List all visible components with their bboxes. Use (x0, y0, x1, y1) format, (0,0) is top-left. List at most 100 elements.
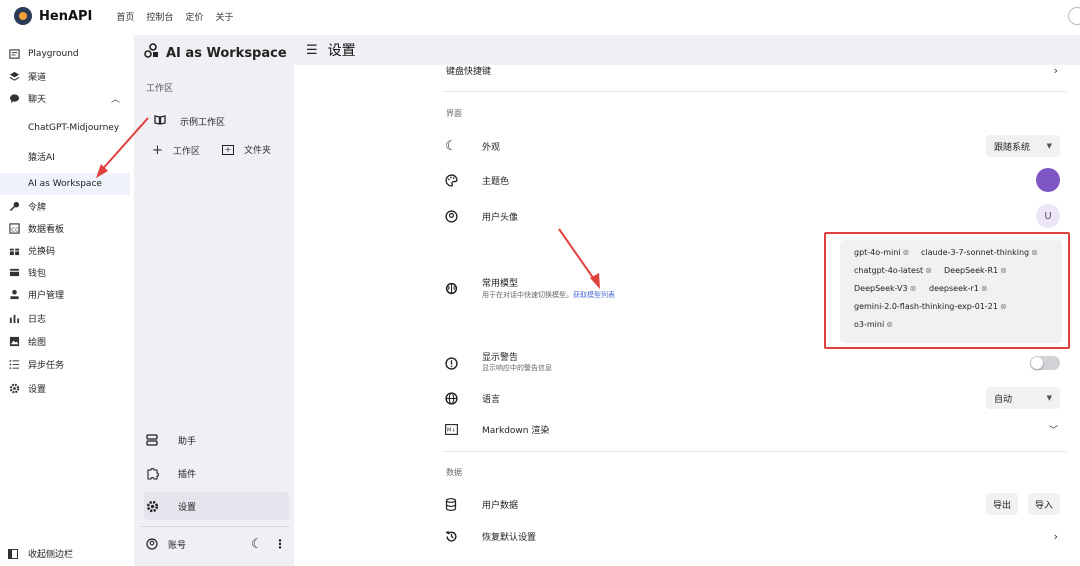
add-folder-button[interactable]: + 文件夹 (222, 143, 271, 156)
sidebar-item-chat[interactable]: 聊天 ︿ (0, 87, 130, 109)
appearance-label: 外观 (482, 142, 501, 153)
export-button[interactable]: 导出 (986, 493, 1018, 515)
collapse-label: 收起侧边栏 (28, 550, 74, 560)
remove-icon[interactable]: ⊗ (1000, 266, 1007, 275)
svg-text:CO: CO (11, 227, 20, 233)
sidebar-item-playground[interactable]: Playground (0, 43, 130, 65)
theme-toggle-button[interactable] (1068, 7, 1080, 25)
brand-name: HenAPI (39, 8, 93, 24)
nav-about[interactable]: 关于 (215, 10, 233, 23)
list-icon (8, 358, 20, 370)
menu-icon[interactable]: ☰ (306, 43, 318, 58)
plugins-button[interactable]: 插件 (144, 459, 289, 487)
fetch-models-link[interactable]: 获取模型列表 (573, 291, 615, 299)
setting-avatar: 用户头像 U (444, 204, 1060, 228)
setting-theme-color: 主题色 (444, 168, 1060, 192)
remove-icon[interactable]: ⊗ (910, 284, 917, 293)
warning-toggle[interactable] (1030, 356, 1060, 370)
sidebar-item-logs[interactable]: 日志 (0, 307, 130, 329)
setting-keyboard-shortcuts[interactable]: 键盘快捷键 › (444, 62, 1060, 78)
sidebar-item-wallet[interactable]: 钱包 (0, 261, 130, 283)
model-chip[interactable]: claude-3-7-sonnet-thinking ⊗ (921, 248, 1038, 257)
setting-reset[interactable]: 恢复默认设置 › (444, 526, 1060, 546)
remove-icon[interactable]: ⊗ (981, 284, 988, 293)
sidebar-item-settings[interactable]: 设置 (0, 377, 130, 399)
chevron-down-icon: ﹀ (1048, 425, 1058, 436)
nav-console[interactable]: 控制台 (146, 10, 173, 23)
workspace-title: AI as Workspace (144, 43, 287, 63)
nav-pricing[interactable]: 定价 (185, 10, 203, 23)
models-chip-list[interactable]: gpt-4o-mini ⊗ claude-3-7-sonnet-thinking ⊗… (840, 240, 1062, 343)
brand[interactable]: HenAPI (14, 7, 92, 25)
remove-icon[interactable]: ⊗ (925, 266, 932, 275)
remove-icon[interactable]: ⊗ (903, 248, 910, 257)
model-chip[interactable]: o3-mini ⊗ (854, 320, 893, 329)
dashboard-icon: CO (8, 222, 20, 234)
sidebar-item-drawing[interactable]: 绘图 (0, 330, 130, 352)
model-chip[interactable]: DeepSeek-R1 ⊗ (944, 266, 1007, 275)
workspace-panel: AI as Workspace 工作区 示例工作区 + 工作区 + 文件夹 助手… (134, 35, 294, 566)
sidebar-sub-chatgpt-midjourney[interactable]: ChatGPT-Midjourney (0, 117, 130, 139)
image-icon (8, 335, 20, 347)
sidebar-item-users[interactable]: 用户管理 (0, 283, 130, 305)
model-chip[interactable]: chatgpt-4o-latest ⊗ (854, 266, 932, 275)
avatar[interactable]: U (1036, 204, 1060, 228)
sidebar-item-label: 设置 (28, 384, 47, 395)
brain-icon (444, 281, 458, 295)
user-icon (8, 288, 20, 300)
sidebar-item-label: 异步任务 (28, 360, 65, 371)
chevron-right-icon: › (1053, 63, 1058, 77)
sidebar-item-channels[interactable]: 渠道 (0, 65, 130, 87)
sidebar-item-redeem[interactable]: 兑换码 (0, 239, 130, 261)
sidebar-item-label: 数据看板 (28, 224, 65, 235)
sidebar-item-label: 绘图 (28, 337, 47, 348)
theme-color-swatch[interactable] (1036, 168, 1060, 192)
moon-icon[interactable]: ☾ (251, 537, 263, 552)
account-icon (144, 538, 160, 550)
sidebar-sub-yuanhuo-ai[interactable]: 猿活AI (0, 145, 130, 167)
setting-markdown[interactable]: M↓ Markdown 渲染 ﹀ (444, 419, 1060, 439)
model-chip[interactable]: deepseek-r1 ⊗ (929, 284, 988, 293)
model-chip[interactable]: gpt-4o-mini ⊗ (854, 248, 909, 257)
key-icon (8, 200, 20, 212)
folder-plus-icon: + (222, 144, 234, 155)
model-chip[interactable]: DeepSeek-V3 ⊗ (854, 284, 916, 293)
setting-appearance: ☾ 外观 跟随系统 ▼ (444, 134, 1060, 158)
account-icon (444, 209, 458, 223)
model-chip-label: deepseek-r1 (929, 284, 979, 293)
caret-down-icon: ▼ (1046, 394, 1052, 402)
language-select[interactable]: 自动 ▼ (986, 387, 1060, 409)
settings-label: 设置 (178, 502, 197, 513)
divider (140, 526, 290, 527)
sidebar-sub-ai-as-workspace[interactable]: AI as Workspace (0, 173, 130, 195)
setting-user-data: 用户数据 导出 导入 (444, 492, 1060, 516)
add-workspace-button[interactable]: + 工作区 (152, 143, 200, 158)
plus-icon: + (152, 143, 163, 158)
model-chip[interactable]: gemini-2.0-flash-thinking-exp-01-21 ⊗ (854, 302, 1007, 311)
remove-icon[interactable]: ⊗ (886, 320, 893, 329)
sidebar-item-async-tasks[interactable]: 异步任务 (0, 353, 130, 375)
more-vertical-icon[interactable]: ⋮ (274, 537, 286, 551)
top-nav: 首页 控制台 定价 关于 (116, 10, 245, 23)
model-chip-label: DeepSeek-R1 (944, 266, 999, 275)
assistant-button[interactable]: 助手 (144, 426, 289, 454)
settings-button[interactable]: 设置 (144, 492, 289, 520)
account-button[interactable]: 账号 ☾ ⋮ (144, 530, 289, 558)
sidebar-item-dashboard[interactable]: CO 数据看板 (0, 217, 130, 239)
nav-home[interactable]: 首页 (116, 10, 134, 23)
model-chip-label: o3-mini (854, 320, 885, 329)
puzzle-icon (144, 467, 160, 480)
collapse-sidebar-button[interactable]: 收起侧边栏 (8, 547, 73, 560)
appearance-select[interactable]: 跟随系统 ▼ (986, 135, 1060, 157)
model-chip-label: gemini-2.0-flash-thinking-exp-01-21 (854, 302, 998, 311)
setting-show-warnings: 显示警告 显示响应中的警告信息 (444, 350, 1060, 376)
svg-text:M↓: M↓ (447, 427, 456, 433)
gear-icon (144, 500, 160, 513)
chevron-up-icon[interactable]: ︿ (111, 92, 120, 105)
workspace-item-example[interactable]: 示例工作区 (154, 115, 225, 128)
user-data-label: 用户数据 (482, 500, 519, 511)
sidebar-item-tokens[interactable]: 令牌 (0, 195, 130, 217)
remove-icon[interactable]: ⊗ (1000, 302, 1007, 311)
import-button[interactable]: 导入 (1028, 493, 1060, 515)
remove-icon[interactable]: ⊗ (1031, 248, 1038, 257)
